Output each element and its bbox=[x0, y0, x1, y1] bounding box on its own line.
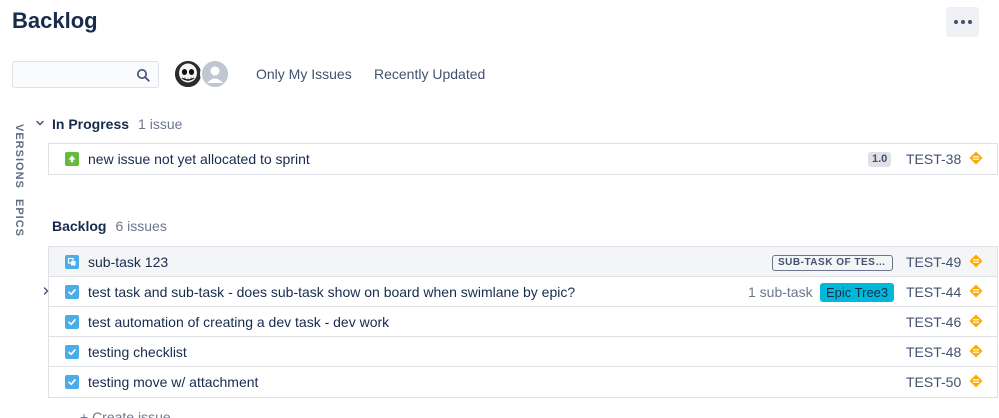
epic-lozenge[interactable]: Epic Tree3 bbox=[820, 283, 895, 302]
chevron-right-icon[interactable] bbox=[42, 287, 50, 295]
task-icon bbox=[65, 315, 79, 329]
issue-count: 1 issue bbox=[138, 116, 183, 132]
search-box bbox=[12, 61, 159, 88]
quick-filter-only-my-issues[interactable]: Only My Issues bbox=[256, 66, 352, 82]
parent-issue-lozenge[interactable]: SUB-TASK OF TEST-44 bbox=[772, 255, 893, 271]
more-actions-button[interactable] bbox=[946, 7, 979, 37]
search-input[interactable] bbox=[13, 62, 131, 87]
issue-summary: testing move w/ attachment bbox=[88, 374, 259, 390]
issue-row[interactable]: testing move w/ attachment TEST-50 bbox=[49, 367, 997, 397]
more-dot-icon bbox=[960, 20, 965, 24]
backlog-issue-list: sub-task 123 SUB-TASK OF TEST-44 TEST-49… bbox=[43, 246, 998, 398]
issue-key[interactable]: TEST-48 bbox=[906, 344, 961, 360]
more-dot-icon bbox=[967, 20, 972, 24]
issue-key[interactable]: TEST-50 bbox=[906, 374, 961, 390]
issue-key[interactable]: TEST-49 bbox=[906, 254, 961, 270]
task-icon bbox=[65, 345, 79, 359]
section-name: Backlog bbox=[52, 218, 107, 234]
task-icon bbox=[65, 375, 79, 389]
issue-row[interactable]: testing checklist TEST-48 bbox=[49, 337, 997, 367]
epics-tab[interactable]: EPICS bbox=[13, 199, 25, 237]
backlog-header: Backlog 6 issues bbox=[52, 218, 167, 234]
issue-row[interactable]: new issue not yet allocated to sprint 1.… bbox=[49, 144, 997, 174]
subtask-icon bbox=[65, 255, 79, 269]
issue-count: 6 issues bbox=[115, 218, 167, 234]
medium-priority-icon bbox=[969, 151, 983, 165]
issue-row[interactable]: test task and sub-task - does sub-task s… bbox=[43, 277, 997, 307]
search-icon[interactable] bbox=[136, 68, 150, 82]
in-progress-header: In Progress 1 issue bbox=[52, 116, 182, 132]
medium-priority-icon bbox=[969, 344, 983, 358]
chevron-down-icon[interactable] bbox=[35, 118, 45, 128]
user-avatar[interactable] bbox=[173, 59, 203, 89]
user-avatar[interactable] bbox=[200, 59, 230, 89]
page-title: Backlog bbox=[12, 8, 98, 33]
issue-summary: sub-task 123 bbox=[88, 254, 169, 270]
issue-summary: new issue not yet allocated to sprint bbox=[88, 151, 310, 167]
medium-priority-icon bbox=[969, 374, 983, 388]
subtask-count: 1 sub-task bbox=[748, 284, 813, 300]
medium-priority-icon bbox=[969, 284, 983, 298]
version-badge: 1.0 bbox=[868, 152, 892, 167]
section-name: In Progress bbox=[52, 116, 130, 132]
default-avatar-icon bbox=[202, 61, 228, 87]
issue-summary: test task and sub-task - does sub-task s… bbox=[88, 284, 576, 300]
medium-priority-icon bbox=[969, 314, 983, 328]
quick-filter-recently-updated[interactable]: Recently Updated bbox=[374, 66, 485, 82]
in-progress-issue-list: new issue not yet allocated to sprint 1.… bbox=[48, 143, 998, 175]
issue-key[interactable]: TEST-38 bbox=[906, 151, 961, 167]
create-issue-link[interactable]: + Create issue bbox=[80, 409, 171, 418]
skull-avatar-icon bbox=[175, 61, 201, 87]
story-icon bbox=[65, 152, 79, 166]
more-dot-icon bbox=[953, 20, 958, 24]
issue-row[interactable]: test automation of creating a dev task -… bbox=[49, 307, 997, 337]
issue-key[interactable]: TEST-46 bbox=[906, 314, 961, 330]
issue-row[interactable]: sub-task 123 SUB-TASK OF TEST-44 TEST-49 bbox=[49, 247, 997, 277]
issue-summary: testing checklist bbox=[88, 344, 187, 360]
medium-priority-icon bbox=[969, 254, 983, 268]
issue-key[interactable]: TEST-44 bbox=[906, 284, 961, 300]
task-icon bbox=[65, 285, 79, 299]
versions-tab[interactable]: VERSIONS bbox=[13, 124, 25, 189]
issue-summary: test automation of creating a dev task -… bbox=[88, 314, 390, 330]
